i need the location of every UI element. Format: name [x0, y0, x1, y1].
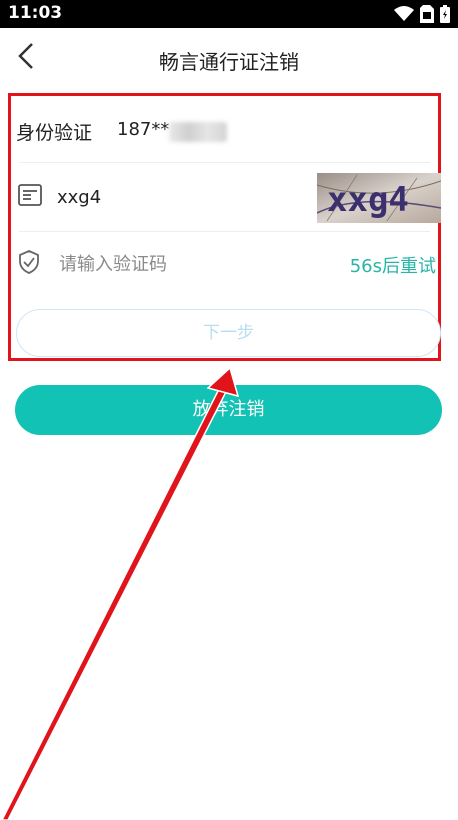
sim-card-icon	[420, 5, 434, 23]
wifi-icon	[394, 6, 414, 22]
next-step-button[interactable]: 下一步	[16, 309, 441, 357]
divider	[19, 162, 430, 163]
resend-countdown[interactable]: 56s后重试	[350, 252, 436, 278]
status-time: 11:03	[8, 3, 63, 23]
sms-code-row: 56s后重试	[11, 236, 438, 292]
shield-check-icon	[18, 250, 40, 278]
divider	[19, 231, 430, 232]
abandon-cancellation-button[interactable]: 放弃注销	[15, 385, 442, 435]
captcha-image[interactable]: xxg4	[316, 173, 442, 223]
captcha-row: xxg4	[11, 169, 442, 227]
verification-form: 身份验证 187** xxg4 xxg4 请输入验证码 56s后重试 下一步	[8, 93, 442, 361]
status-icons	[394, 5, 450, 23]
phone-blur-mask	[169, 122, 227, 142]
battery-icon	[440, 5, 450, 23]
sms-code-input[interactable]	[59, 250, 289, 278]
identity-row: 身份验证 187**	[11, 108, 438, 158]
nav-bar: 畅言通行证注销	[0, 28, 458, 90]
status-bar: 11:03	[0, 0, 458, 28]
captcha-input[interactable]	[57, 183, 257, 211]
page-title: 畅言通行证注销	[159, 50, 299, 74]
phone-number-masked: 187**	[117, 119, 170, 140]
identity-label: 身份验证	[16, 122, 93, 144]
captcha-image-text: xxg4	[327, 180, 409, 220]
form-icon	[18, 184, 42, 210]
